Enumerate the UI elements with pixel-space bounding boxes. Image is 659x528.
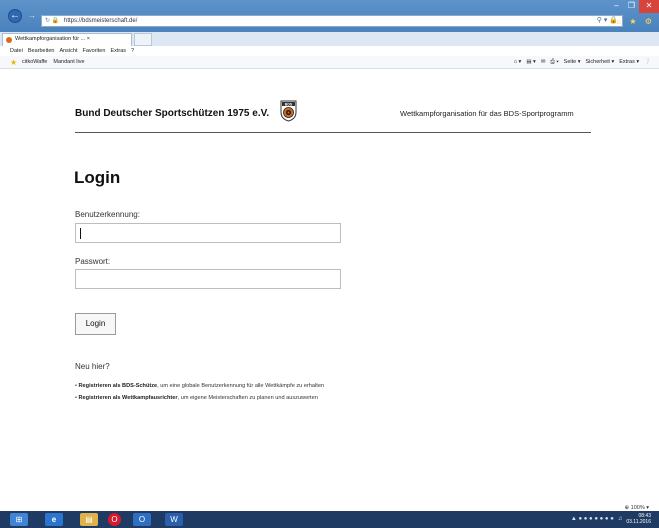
favorite-mandant-live[interactable]: Mandant live xyxy=(53,56,84,69)
favorites-bar: ★ citkoWaffe Mandant live ⌂ ▾ ▤ ▾ ✉ ⎙ ▾ … xyxy=(0,56,659,69)
text-caret xyxy=(80,228,81,239)
command-sicherheit[interactable]: Sicherheit ▾ xyxy=(586,56,615,69)
window-controls: – ❐ ✕ xyxy=(609,0,659,13)
menu-datei[interactable]: Datei xyxy=(10,46,23,56)
internet-explorer-icon[interactable]: e xyxy=(45,513,63,526)
header-divider xyxy=(75,132,591,133)
new-here-heading: Neu hier? xyxy=(75,362,110,371)
home-icon[interactable]: ⌂ ▾ xyxy=(514,56,522,69)
favorites-star-icon[interactable]: ★ xyxy=(10,56,17,69)
command-bar: ⌂ ▾ ▤ ▾ ✉ ⎙ ▾ Seite ▾ Sicherheit ▾ Extra… xyxy=(514,56,651,69)
register-shooter-line: • Registrieren als BDS-Schütze, um eine … xyxy=(75,383,324,389)
menu-help[interactable]: ? xyxy=(131,46,134,56)
bds-favicon-icon xyxy=(6,37,12,43)
site-name: Bund Deutscher Sportschützen 1975 e.V. xyxy=(75,108,270,119)
refresh-lock-icon[interactable]: ↻ 🔒 xyxy=(45,16,59,26)
clock-date: 03.11.2016 xyxy=(626,519,651,525)
close-icon[interactable]: ✕ xyxy=(639,0,659,13)
feeds-icon[interactable]: ▤ ▾ xyxy=(526,56,536,69)
back-icon[interactable]: ← xyxy=(8,9,22,23)
system-tray: ▲ ● ● ● ● ● ● ● ♫ 08:43 03.11.2016 xyxy=(571,513,651,526)
tab-bar: Wettkampforganisation für ... × xyxy=(0,32,659,46)
password-label: Passwort: xyxy=(75,257,111,266)
address-bar[interactable]: ↻ 🔒 https://bdsmeisterschaft.de/ ⚲ ▾ 🔒 xyxy=(41,15,623,27)
print-icon[interactable]: ⎙ ▾ xyxy=(550,56,558,69)
register-organizer-line: • Registrieren als Wettkampfausrichter, … xyxy=(75,395,318,401)
username-label: Benutzerkennung: xyxy=(75,210,140,219)
tab-title: Wettkampforganisation für ... × xyxy=(15,36,90,42)
menu-bearbeiten[interactable]: Bearbeiten xyxy=(28,46,55,56)
address-url[interactable]: https://bdsmeisterschaft.de/ xyxy=(64,16,137,26)
maximize-icon[interactable]: ❐ xyxy=(624,0,639,13)
favorite-citkowaffe[interactable]: citkoWaffe xyxy=(22,56,47,69)
menu-ansicht[interactable]: Ansicht xyxy=(59,46,77,56)
forward-icon[interactable]: → xyxy=(27,11,37,21)
bds-logo-icon: BDS xyxy=(280,100,297,122)
word-icon[interactable]: W xyxy=(165,513,183,526)
new-tab-button[interactable] xyxy=(134,33,152,46)
windows-taskbar: ⊞ e ▤ O O W ▲ ● ● ● ● ● ● ● ♫ 08:43 03.1… xyxy=(0,511,659,528)
page-title: Login xyxy=(74,168,121,187)
windows-start-icon[interactable]: ⊞ xyxy=(10,513,28,526)
menu-favoriten[interactable]: Favoriten xyxy=(83,46,106,56)
outlook-icon[interactable]: O xyxy=(133,513,151,526)
username-input[interactable] xyxy=(75,223,341,243)
mail-icon[interactable]: ✉ xyxy=(541,56,546,69)
volume-icon[interactable]: ♫ xyxy=(618,513,623,526)
command-seite[interactable]: Seite ▾ xyxy=(564,56,581,69)
register-shooter-text: , um eine globale Benutzerkennung für al… xyxy=(157,383,325,389)
register-organizer-text: , um eigene Meisterschaften zu planen un… xyxy=(177,395,318,401)
command-extras[interactable]: Extras ▾ xyxy=(619,56,639,69)
site-tagline: Wettkampforganisation für das BDS-Sportp… xyxy=(400,109,574,118)
menu-bar: Datei Bearbeiten Ansicht Favoriten Extra… xyxy=(0,46,659,56)
browser-titlebar: ← → ↻ 🔒 https://bdsmeisterschaft.de/ ⚲ ▾… xyxy=(0,0,659,32)
menu-extras[interactable]: Extras xyxy=(110,46,126,56)
tray-icons[interactable]: ▲ ● ● ● ● ● ● ● xyxy=(571,513,614,526)
tab-active[interactable]: Wettkampforganisation für ... × xyxy=(2,33,132,46)
clock[interactable]: 08:43 03.11.2016 xyxy=(626,513,651,526)
file-explorer-icon[interactable]: ▤ xyxy=(80,513,98,526)
bds-logo-text: BDS xyxy=(285,102,293,106)
login-button[interactable]: Login xyxy=(75,313,116,335)
opera-icon[interactable]: O xyxy=(108,513,121,526)
minimize-icon[interactable]: – xyxy=(609,0,624,13)
help-icon[interactable]: ❔ xyxy=(644,56,651,69)
favorites-items: citkoWaffe Mandant live xyxy=(22,56,85,69)
home-favorites-icons[interactable]: ⌂ ★ ⚙ xyxy=(616,17,655,26)
register-organizer-link[interactable]: Registrieren als Wettkampfausrichter xyxy=(79,395,178,401)
register-shooter-link[interactable]: Registrieren als BDS-Schütze xyxy=(79,383,158,389)
password-input[interactable] xyxy=(75,269,341,289)
search-icon[interactable]: ⚲ ▾ 🔒 xyxy=(597,16,618,26)
